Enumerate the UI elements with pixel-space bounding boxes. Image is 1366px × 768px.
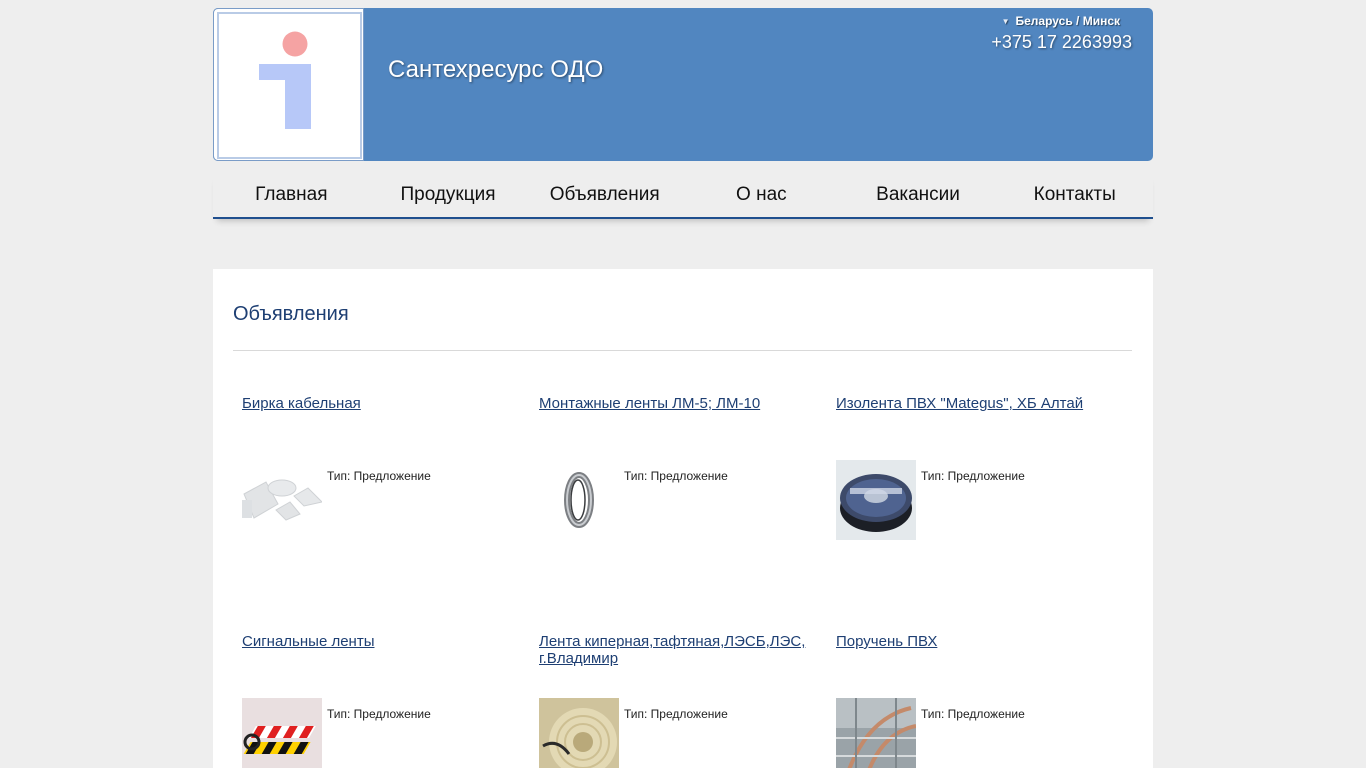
nav-item-contacts[interactable]: Контакты — [996, 172, 1153, 217]
ad-title-link[interactable]: Поручень ПВХ — [836, 633, 1116, 650]
ad-title-link[interactable]: Бирка кабельная — [242, 395, 522, 412]
ad-type: Тип: Предложение — [327, 707, 431, 721]
nav-item-ads[interactable]: Объявления — [526, 172, 683, 217]
phone-number: +375 17 2263993 — [991, 32, 1132, 52]
location-label: Беларусь / Минск — [1015, 14, 1121, 28]
main-nav: Главная Продукция Объявления О нас Вакан… — [213, 172, 1153, 219]
nav-item-vacancies[interactable]: Вакансии — [840, 172, 997, 217]
ad-type: Тип: Предложение — [624, 707, 728, 721]
title-divider — [233, 350, 1132, 351]
cable-tag-image[interactable] — [242, 460, 322, 540]
ad-title-link[interactable]: Монтажные ленты ЛМ-5; ЛМ-10 — [539, 395, 819, 412]
ad-type: Тип: Предложение — [921, 707, 1025, 721]
twill-tape-image[interactable] — [539, 698, 619, 768]
logo-i-icon — [259, 31, 311, 129]
site-header: Сантехресурс ОДО ▼ Беларусь / Минск +375 … — [213, 8, 1153, 161]
nav-item-about[interactable]: О нас — [683, 172, 840, 217]
mounting-tape-image[interactable] — [539, 460, 619, 540]
ad-title-link[interactable]: Лента киперная,тафтяная,ЛЭСБ,ЛЭС, г.Влад… — [539, 633, 819, 667]
main-content: Объявления Бирка кабельная Тип: Предложе… — [213, 269, 1153, 768]
signal-tape-image[interactable] — [242, 698, 322, 768]
ad-type: Тип: Предложение — [327, 469, 431, 483]
site-title[interactable]: Сантехресурс ОДО — [388, 56, 603, 84]
nav-item-home[interactable]: Главная — [213, 172, 370, 217]
pvc-handrail-image[interactable] — [836, 698, 916, 768]
ad-type: Тип: Предложение — [624, 469, 728, 483]
ad-title-link[interactable]: Сигнальные ленты — [242, 633, 522, 650]
location-selector[interactable]: ▼ Беларусь / Минск — [1002, 14, 1120, 28]
page-title: Объявления — [233, 303, 349, 325]
nav-item-products[interactable]: Продукция — [370, 172, 527, 217]
logo-frame — [217, 12, 362, 159]
insulating-tape-image[interactable] — [836, 460, 916, 540]
ad-type: Тип: Предложение — [921, 469, 1025, 483]
ad-title-link[interactable]: Изолента ПВХ "Mategus", ХБ Алтай — [836, 395, 1116, 412]
caret-down-icon: ▼ — [1001, 17, 1010, 27]
logo[interactable] — [213, 8, 364, 161]
